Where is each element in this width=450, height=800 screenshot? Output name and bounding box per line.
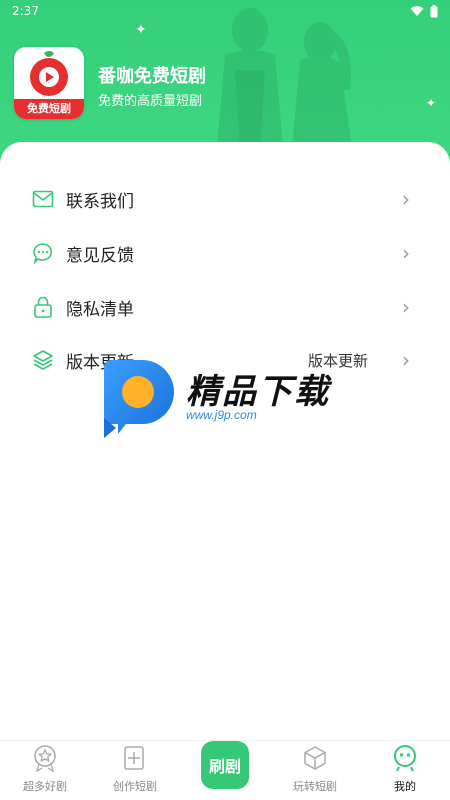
chevron-right-icon: › <box>402 241 410 265</box>
watch-center-button: 刷剧 <box>201 741 249 789</box>
mail-icon <box>32 188 54 210</box>
menu-item-contact-us[interactable]: 联系我们 › <box>0 174 450 224</box>
menu-item-label: 意见反馈 <box>66 245 134 266</box>
battery-icon <box>430 4 438 17</box>
wifi-icon <box>410 6 424 16</box>
add-document-icon <box>124 746 144 770</box>
nav-label: 我的 <box>394 780 416 793</box>
nav-tab-create-drama[interactable]: 创作短剧 <box>90 741 180 800</box>
chevron-right-icon: › <box>402 348 410 372</box>
nav-label: 创作短剧 <box>113 780 157 793</box>
chevron-right-icon: › <box>402 187 410 211</box>
app-subtitle: 免费的高质量短剧 <box>98 94 203 109</box>
star-badge-icon <box>34 745 56 772</box>
chevron-right-icon: › <box>402 295 410 319</box>
nav-label: 玩转短剧 <box>293 780 337 793</box>
app-logo: 免费短剧 <box>14 47 84 119</box>
menu-item-feedback[interactable]: 意见反馈 › <box>0 228 450 278</box>
cube-icon <box>304 746 326 770</box>
status-time: 2:37 <box>12 4 39 18</box>
profile-face-icon <box>394 745 416 772</box>
watermark-overlay: 精品下载 www.j9p.com <box>98 358 358 448</box>
status-icons <box>410 4 438 18</box>
tomato-play-icon <box>30 51 68 96</box>
nav-tab-mine[interactable]: 我的 <box>360 741 450 800</box>
menu-item-privacy-list[interactable]: 隐私清单 › <box>0 282 450 332</box>
nav-tab-play-drama[interactable]: 玩转短剧 <box>270 741 360 800</box>
watermark-logo-icon <box>104 360 174 438</box>
nav-tab-many-dramas[interactable]: 超多好剧 <box>0 741 90 800</box>
sparkle-icon: ✦ <box>135 22 147 38</box>
watermark-text: 精品下载 <box>186 372 330 412</box>
menu-item-label: 联系我们 <box>66 191 134 212</box>
app-title: 番咖免费短剧 <box>98 66 206 87</box>
nav-label: 超多好剧 <box>23 780 67 793</box>
app-logo-caption: 免费短剧 <box>14 99 84 119</box>
menu-item-label: 隐私清单 <box>66 299 134 320</box>
sparkle-icon: ✦ <box>426 96 437 110</box>
bottom-navigation: 超多好剧 创作短剧 刷剧 玩转短剧 我的 <box>0 740 450 800</box>
nav-tab-watch[interactable]: 刷剧 <box>180 741 270 800</box>
lock-icon <box>32 296 54 318</box>
watermark-url: www.j9p.com <box>186 408 257 422</box>
chat-bubble-icon <box>32 242 54 264</box>
layers-icon <box>32 349 54 371</box>
